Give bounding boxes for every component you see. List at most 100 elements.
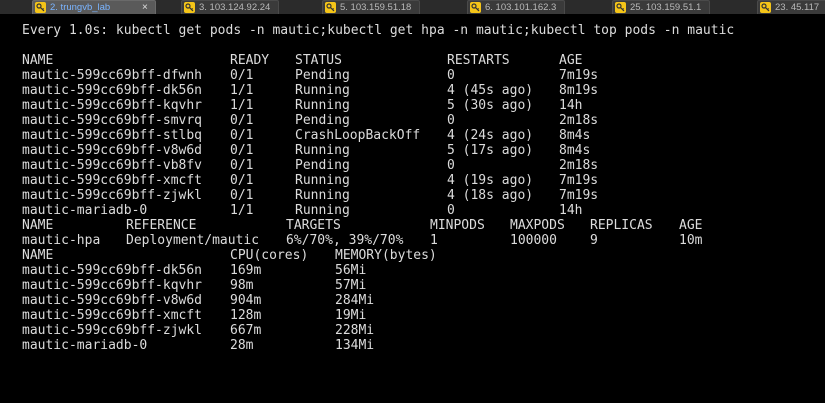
top-cell: 56Mi (335, 263, 367, 278)
tab-session-25[interactable]: 25. 103.159.51.1 (612, 0, 710, 14)
pods-cell: Pending (295, 113, 350, 128)
pods-cell: Running (295, 188, 350, 203)
pods-cell: 5 (17s ago) (447, 143, 534, 158)
pods-cell: 7m19s (559, 173, 599, 188)
key-icon (470, 2, 481, 13)
pods-cell: Running (295, 173, 350, 188)
hpa-cell: MAXPODS (510, 218, 565, 233)
top-cell: mautic-599cc69bff-xmcft (22, 308, 203, 323)
key-icon (615, 2, 626, 13)
pods-cell: 0 (447, 203, 455, 218)
pods-cell: 8m4s (559, 143, 591, 158)
tab-session-23[interactable]: 23. 45.117 (757, 0, 825, 14)
pods-cell: 7m19s (559, 68, 599, 83)
pods-cell: CrashLoopBackOff (295, 128, 421, 143)
top-cell: 284Mi (335, 293, 375, 308)
top-cell: 128m (230, 308, 262, 323)
pods-cell: 2m18s (559, 158, 599, 173)
top-cell: 228Mi (335, 323, 375, 338)
pods-cell: Pending (295, 158, 350, 173)
pods-cell: mautic-599cc69bff-smvrq (22, 113, 203, 128)
pods-cell: 0/1 (230, 68, 254, 83)
tab-label: 25. 103.159.51.1 (630, 2, 702, 13)
tab-label: 5. 103.159.51.18 (340, 2, 412, 13)
top-cell: 98m (230, 278, 254, 293)
hpa-cell: mautic-hpa (22, 233, 101, 248)
pods-cell: 0/1 (230, 128, 254, 143)
pods-cell: 1/1 (230, 203, 254, 218)
pods-cell: 0/1 (230, 158, 254, 173)
hpa-cell: NAME (22, 218, 54, 233)
pods-cell: 2m18s (559, 113, 599, 128)
hpa-cell: TARGETS (286, 218, 341, 233)
tab-label: 6. 103.101.162.3 (485, 2, 557, 13)
pods-cell: 4 (24s ago) (447, 128, 534, 143)
tab-session-3[interactable]: 3. 103.124.92.24 (181, 0, 279, 14)
pods-cell: 0 (447, 158, 455, 173)
hpa-cell: 6%/70%, 39%/70% (286, 233, 404, 248)
tab-session-2[interactable]: 2. trungvb_lab × (32, 0, 156, 14)
tab-session-5[interactable]: 5. 103.159.51.18 (322, 0, 420, 14)
key-icon (35, 2, 46, 13)
pods-cell: 8m4s (559, 128, 591, 143)
top-cell: 169m (230, 263, 262, 278)
top-cell: CPU(cores) (230, 248, 309, 263)
top-cell: 904m (230, 293, 262, 308)
terminal-output[interactable]: Every 1.0s: kubectl get pods -n mautic;k… (22, 16, 825, 403)
pods-cell: mautic-599cc69bff-dk56n (22, 83, 203, 98)
pods-cell: 0/1 (230, 188, 254, 203)
pods-cell: Running (295, 143, 350, 158)
pods-cell: 7m19s (559, 188, 599, 203)
top-cell: MEMORY(bytes) (335, 248, 437, 263)
pods-cell: mautic-599cc69bff-v8w6d (22, 143, 203, 158)
tab-label: 3. 103.124.92.24 (199, 2, 271, 13)
pods-cell: 0 (447, 113, 455, 128)
pods-cell: 4 (18s ago) (447, 188, 534, 203)
top-cell: mautic-mariadb-0 (22, 338, 148, 353)
key-icon (184, 2, 195, 13)
pods-cell: 14h (559, 203, 583, 218)
top-cell: 57Mi (335, 278, 367, 293)
pods-cell: AGE (559, 53, 583, 68)
pods-cell: STATUS (295, 53, 342, 68)
hpa-cell: Deployment/mautic (126, 233, 260, 248)
pods-cell: NAME (22, 53, 54, 68)
hpa-cell: AGE (679, 218, 703, 233)
tab-session-6[interactable]: 6. 103.101.162.3 (467, 0, 565, 14)
hpa-cell: REFERENCE (126, 218, 197, 233)
pods-cell: mautic-599cc69bff-kqvhr (22, 98, 203, 113)
pods-cell: 4 (45s ago) (447, 83, 534, 98)
top-cell: 19Mi (335, 308, 367, 323)
top-cell: mautic-599cc69bff-v8w6d (22, 293, 203, 308)
pods-cell: mautic-599cc69bff-vb8fv (22, 158, 203, 173)
pods-cell: 4 (19s ago) (447, 173, 534, 188)
pods-cell: Running (295, 203, 350, 218)
pods-cell: 8m19s (559, 83, 599, 98)
close-tab-icon[interactable]: × (142, 1, 148, 14)
pods-cell: 14h (559, 98, 583, 113)
top-cell: 667m (230, 323, 262, 338)
tab-label: 23. 45.117 (775, 2, 820, 13)
pods-cell: READY (230, 53, 270, 68)
pods-cell: Pending (295, 68, 350, 83)
pods-cell: 0 (447, 68, 455, 83)
pods-cell: 5 (30s ago) (447, 98, 534, 113)
top-cell: 28m (230, 338, 254, 353)
pods-cell: 0/1 (230, 143, 254, 158)
pods-cell: Running (295, 98, 350, 113)
top-cell: mautic-599cc69bff-kqvhr (22, 278, 203, 293)
tab-label: 2. trungvb_lab (50, 2, 111, 13)
pods-cell: 1/1 (230, 83, 254, 98)
pods-cell: 0/1 (230, 113, 254, 128)
pods-cell: mautic-599cc69bff-zjwkl (22, 188, 203, 203)
hpa-cell: REPLICAS (590, 218, 653, 233)
pods-cell: Running (295, 83, 350, 98)
pods-cell: RESTARTS (447, 53, 510, 68)
pods-cell: 0/1 (230, 173, 254, 188)
hpa-cell: 10m (679, 233, 703, 248)
key-icon (325, 2, 336, 13)
top-cell: mautic-599cc69bff-dk56n (22, 263, 203, 278)
hpa-cell: 100000 (510, 233, 557, 248)
session-tab-bar: 2. trungvb_lab × 3. 103.124.92.24 5. 103… (0, 0, 825, 14)
key-icon (760, 2, 771, 13)
